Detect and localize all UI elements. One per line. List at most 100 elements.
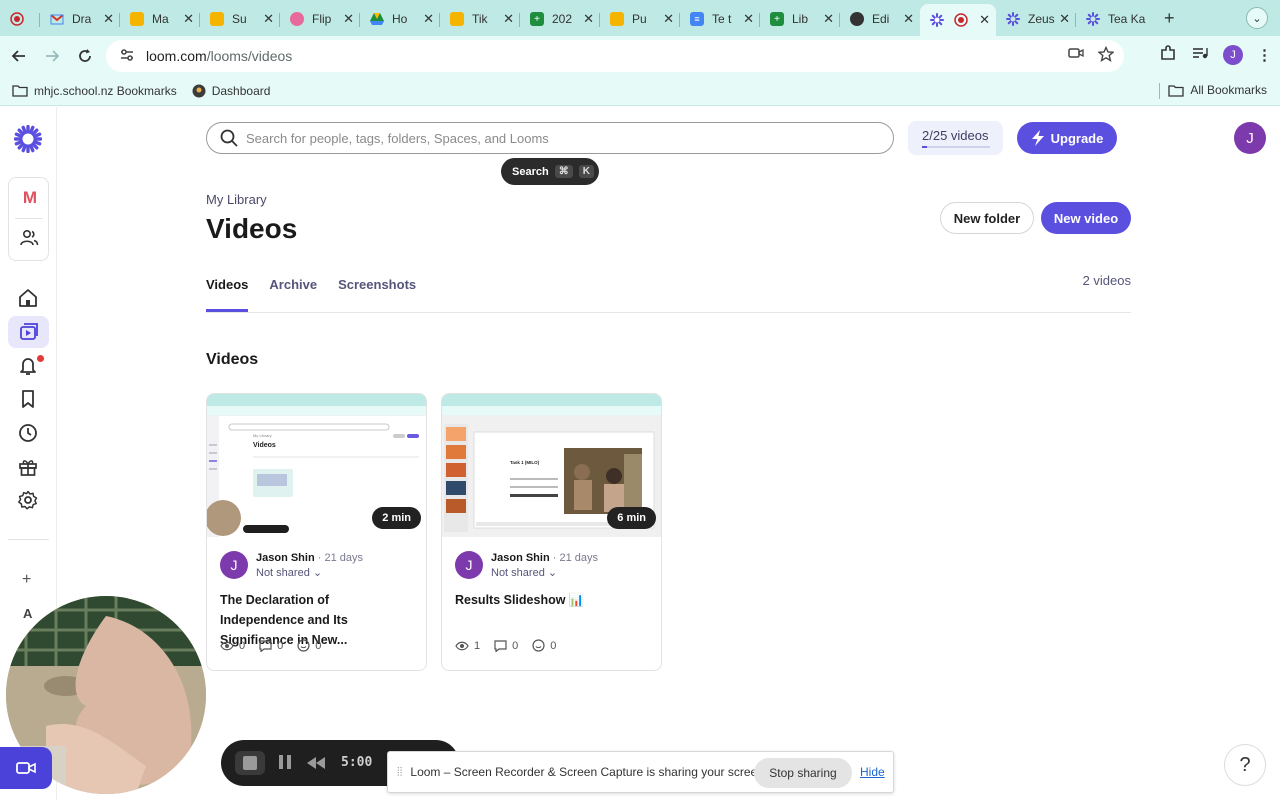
tab-search-icon[interactable]: ⌄: [1246, 7, 1268, 29]
close-icon[interactable]: ✕: [343, 11, 354, 27]
reactions-count: 0: [550, 639, 557, 652]
tab-archive[interactable]: Archive: [269, 277, 317, 312]
browser-tab[interactable]: Dra ✕: [40, 5, 120, 33]
help-button[interactable]: ?: [1224, 744, 1266, 786]
reload-icon: [79, 49, 91, 62]
rewind-icon[interactable]: [307, 756, 325, 774]
add-space-button[interactable]: +: [22, 571, 31, 589]
camera-icon: [16, 762, 36, 774]
more-menu-icon[interactable]: ⋮: [1257, 46, 1272, 64]
sidebar-item-library[interactable]: [8, 316, 49, 348]
close-icon[interactable]: ✕: [583, 11, 594, 27]
bookmark-folder[interactable]: mhjc.school.nz Bookmarks: [12, 84, 177, 98]
browser-tab[interactable]: Su ✕: [200, 5, 280, 33]
bookmark-star-icon[interactable]: [1097, 45, 1115, 65]
media-control-icon[interactable]: [1191, 45, 1209, 65]
breadcrumb[interactable]: My Library: [206, 192, 267, 207]
browser-tab[interactable]: Pu ✕: [600, 5, 680, 33]
address-bar[interactable]: loom.com/looms/videos: [106, 40, 1124, 72]
site-settings-icon[interactable]: [114, 48, 140, 64]
bell-icon[interactable]: [18, 356, 38, 376]
pause-icon[interactable]: [279, 755, 291, 774]
forward-button[interactable]: [38, 42, 66, 70]
library-tabs: Videos Archive Screenshots: [206, 277, 437, 312]
sharing-dropdown[interactable]: Not shared ⌄: [491, 566, 557, 579]
close-icon[interactable]: ✕: [979, 12, 990, 28]
video-title[interactable]: Results Slideshow 📊: [455, 590, 651, 610]
clock-icon[interactable]: [18, 423, 38, 443]
video-thumbnail[interactable]: Task 1 (MILO) 6 min: [442, 394, 661, 537]
search-bar[interactable]: [206, 122, 894, 154]
author-avatar[interactable]: J: [220, 551, 248, 579]
browser-tab[interactable]: [0, 5, 40, 33]
section-title: Videos: [206, 351, 259, 368]
close-icon[interactable]: ✕: [183, 11, 194, 27]
drag-handle-icon[interactable]: ⦙⦙: [397, 765, 402, 780]
extensions-icon[interactable]: [1159, 44, 1177, 66]
browser-tab[interactable]: + Lib ✕: [760, 5, 840, 33]
tab-screenshots[interactable]: Screenshots: [338, 277, 416, 312]
bookmark-icon[interactable]: [18, 389, 38, 409]
quota-progress-fill: [922, 146, 928, 148]
bookmarks-bar: mhjc.school.nz Bookmarks Dashboard All B…: [0, 76, 1280, 106]
new-folder-button[interactable]: New folder: [940, 202, 1034, 234]
camera-in-use-icon[interactable]: [1068, 46, 1084, 65]
browser-tab[interactable]: + 202 ✕: [520, 5, 600, 33]
space-avatar[interactable]: A: [23, 606, 32, 621]
stop-recording-button[interactable]: [235, 751, 265, 775]
close-icon[interactable]: ✕: [103, 11, 114, 27]
browser-tab[interactable]: Flip ✕: [280, 5, 360, 33]
arrow-left-icon: [11, 50, 25, 62]
new-video-button[interactable]: New video: [1041, 202, 1131, 234]
video-card[interactable]: Task 1 (MILO) 6 min J Jason Shin · 21 da…: [441, 393, 662, 671]
bookmark-label: Dashboard: [211, 83, 271, 98]
gear-icon[interactable]: [18, 490, 38, 510]
author-avatar[interactable]: J: [455, 551, 483, 579]
close-icon[interactable]: ✕: [503, 11, 514, 27]
close-icon[interactable]: ✕: [1059, 11, 1070, 27]
reload-button[interactable]: [71, 42, 99, 70]
close-icon[interactable]: ✕: [903, 11, 914, 27]
browser-tab[interactable]: Tea Ka: [1076, 5, 1156, 33]
bookmark-dashboard[interactable]: Dashboard: [192, 83, 271, 98]
close-icon[interactable]: ✕: [263, 11, 274, 27]
loom-logo-icon[interactable]: [14, 125, 42, 153]
duration-badge: 6 min: [607, 507, 656, 529]
all-bookmarks[interactable]: All Bookmarks: [1168, 83, 1267, 97]
browser-profile-avatar[interactable]: J: [1223, 45, 1243, 65]
browser-tab[interactable]: Zeus a ✕: [996, 5, 1076, 33]
views-count: 0: [239, 639, 246, 652]
tab-title: Dra: [72, 12, 92, 26]
close-icon[interactable]: ✕: [663, 11, 674, 27]
back-button[interactable]: [5, 42, 33, 70]
upgrade-button[interactable]: Upgrade: [1017, 122, 1117, 154]
close-icon[interactable]: ✕: [823, 11, 834, 27]
browser-tab[interactable]: Ho ✕: [360, 5, 440, 33]
new-tab-button[interactable]: +: [1164, 8, 1175, 29]
home-icon[interactable]: [18, 288, 38, 308]
recording-dot-icon: [10, 12, 24, 26]
close-icon[interactable]: ✕: [743, 11, 754, 27]
tab-videos[interactable]: Videos: [206, 277, 249, 312]
browser-tab-active[interactable]: ✕: [920, 4, 996, 36]
video-card[interactable]: My Library Videos 2 min J Jason Shin · 2…: [206, 393, 427, 671]
browser-tab[interactable]: Ma ✕: [120, 5, 200, 33]
camera-toggle-button[interactable]: [0, 747, 52, 789]
workspace-avatar[interactable]: M: [21, 188, 39, 208]
url-host: loom.com: [146, 48, 207, 64]
stop-sharing-button[interactable]: Stop sharing: [754, 758, 852, 788]
hide-link[interactable]: Hide: [860, 765, 885, 779]
tab-title: Tea Ka: [1108, 12, 1146, 26]
user-avatar[interactable]: J: [1234, 122, 1266, 154]
people-icon[interactable]: [19, 228, 39, 248]
command-key: ⌘: [554, 165, 573, 178]
video-thumbnail[interactable]: My Library Videos 2 min: [207, 394, 426, 537]
browser-tab[interactable]: Tik ✕: [440, 5, 520, 33]
close-icon[interactable]: ✕: [423, 11, 434, 27]
browser-tab[interactable]: ≡ Te t ✕: [680, 5, 760, 33]
gift-icon[interactable]: [18, 457, 38, 477]
video-quota[interactable]: 2/25 videos: [908, 121, 1003, 155]
browser-tab[interactable]: Edi ✕: [840, 5, 920, 33]
sharing-dropdown[interactable]: Not shared ⌄: [256, 566, 322, 579]
search-input[interactable]: [246, 130, 846, 146]
